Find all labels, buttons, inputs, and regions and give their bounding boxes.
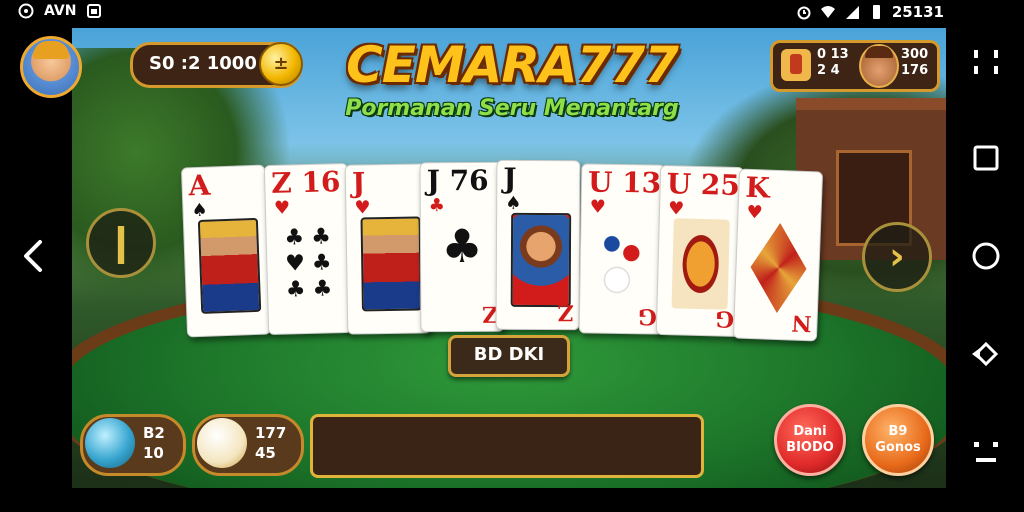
card-art-diamond [749, 222, 808, 314]
dice-icon [197, 418, 247, 468]
card-corner-rank: G [637, 303, 658, 330]
orange-action-label: B9 Gonos [875, 424, 921, 455]
card-art-shield [671, 218, 730, 310]
chip-blue-line2: 10 [143, 444, 164, 462]
rank-badge-icon [781, 49, 811, 81]
prev-arrow-button[interactable]: ❙ [86, 208, 156, 278]
card-rank: U 25 [666, 167, 741, 203]
card-rank: J [351, 166, 366, 200]
resize-handle-icon[interactable] [968, 44, 1004, 80]
card-suit-icon: ♥ [746, 201, 764, 224]
card-corner-rank: N [790, 309, 812, 337]
add-coin-button[interactable]: ± [259, 42, 303, 86]
nav-right-bar [946, 26, 1024, 488]
signal-icon [845, 6, 859, 19]
playing-card[interactable]: J ♥ [344, 163, 432, 335]
playing-card[interactable]: A ♠ [180, 164, 272, 338]
message-panel [310, 414, 704, 478]
playing-card[interactable]: Z 16 ♥ ♣ ♣ ♥ ♣ ♣ ♣ [263, 162, 353, 336]
card-rank: J [503, 161, 517, 195]
card-suit-icon: ♥ [273, 197, 291, 219]
game-screen: CEMARA777 Pormanan Seru Menantarg S0 :2 … [72, 28, 946, 488]
status-time: 25131 [891, 3, 944, 21]
card-art-king [197, 217, 262, 314]
card-rank: A [187, 168, 211, 203]
home-circle-icon[interactable] [968, 238, 1004, 274]
chip-panel-blue[interactable]: B2 10 [80, 414, 186, 476]
orange-action-button[interactable]: B9 Gonos [862, 404, 934, 476]
card-rank: J 76 [426, 163, 489, 198]
opponent-score-top: 300 [901, 47, 929, 62]
alarm-icon [797, 6, 811, 20]
card-suit-icon: ♠ [191, 199, 209, 222]
deal-button[interactable]: BD DKI [448, 335, 570, 377]
back-arrow-icon[interactable] [16, 238, 52, 274]
card-art-dots [594, 216, 652, 308]
next-arrow-button[interactable]: › [862, 222, 932, 292]
card-rank: Z 16 [270, 165, 341, 200]
notification-icon [87, 4, 102, 18]
blue-chip-icon [85, 418, 135, 468]
chip-dice-line1: 177 [255, 424, 287, 442]
red-action-label: Dani BIODO [786, 424, 834, 455]
card-suit-icon: ♥ [354, 197, 371, 219]
opponent-avatar[interactable] [859, 44, 899, 88]
playing-card[interactable]: K ♥ N [732, 168, 824, 342]
card-corner-rank: Z [557, 299, 574, 326]
opponent-stat-top: 0 13 [817, 47, 849, 62]
status-bar: AVN 25131 [0, 0, 1024, 26]
recents-square-icon[interactable] [968, 140, 1004, 176]
chip-dice-line2: 45 [255, 444, 276, 462]
screenshot-icon[interactable] [968, 434, 1004, 470]
playing-card[interactable]: U 25 ♥ G [655, 164, 745, 338]
player-avatar[interactable] [20, 36, 82, 98]
game-subtitle: Pormanan Seru Menantarg [345, 96, 679, 121]
chip-blue-line1: B2 [143, 424, 165, 442]
card-art-club: ♣ [441, 218, 483, 274]
battery-icon [872, 5, 880, 19]
rotate-icon[interactable] [968, 336, 1004, 372]
balance-panel: S0 :2 1000 ± [130, 42, 303, 88]
card-suit-icon: ♠ [505, 192, 522, 214]
playing-card[interactable]: J 76 ♣ ♣ Z [419, 161, 505, 333]
card-rank: U 13 [587, 165, 662, 200]
balance-value: S0 :2 1000 [149, 53, 257, 74]
card-suit-icon: ♥ [667, 198, 685, 220]
opponent-score-bottom: 176 [901, 63, 929, 78]
red-action-button[interactable]: Dani BIODO [774, 404, 846, 476]
card-suit-icon: ♣ [428, 195, 445, 217]
card-corner-rank: G [715, 305, 735, 332]
status-left-text: AVN [44, 3, 77, 19]
card-art-king [360, 216, 422, 312]
card-rank: K [744, 170, 771, 205]
chip-panel-dice[interactable]: 177 45 [192, 414, 304, 476]
game-title: CEMARA777 [346, 36, 679, 94]
opponent-stat-bottom: 2 4 [817, 63, 840, 78]
opponent-panel: 0 13 2 4 300 176 [770, 40, 940, 92]
wifi-icon [820, 6, 835, 18]
playing-card[interactable]: J ♠ Z [495, 159, 581, 331]
playing-card[interactable]: U 13 ♥ G [578, 163, 666, 335]
whatsapp-icon [18, 3, 34, 19]
card-art-face [510, 212, 572, 308]
card-art-clubs: ♣ ♣ ♥ ♣ ♣ ♣ [284, 224, 333, 303]
card-suit-icon: ♥ [589, 196, 606, 218]
